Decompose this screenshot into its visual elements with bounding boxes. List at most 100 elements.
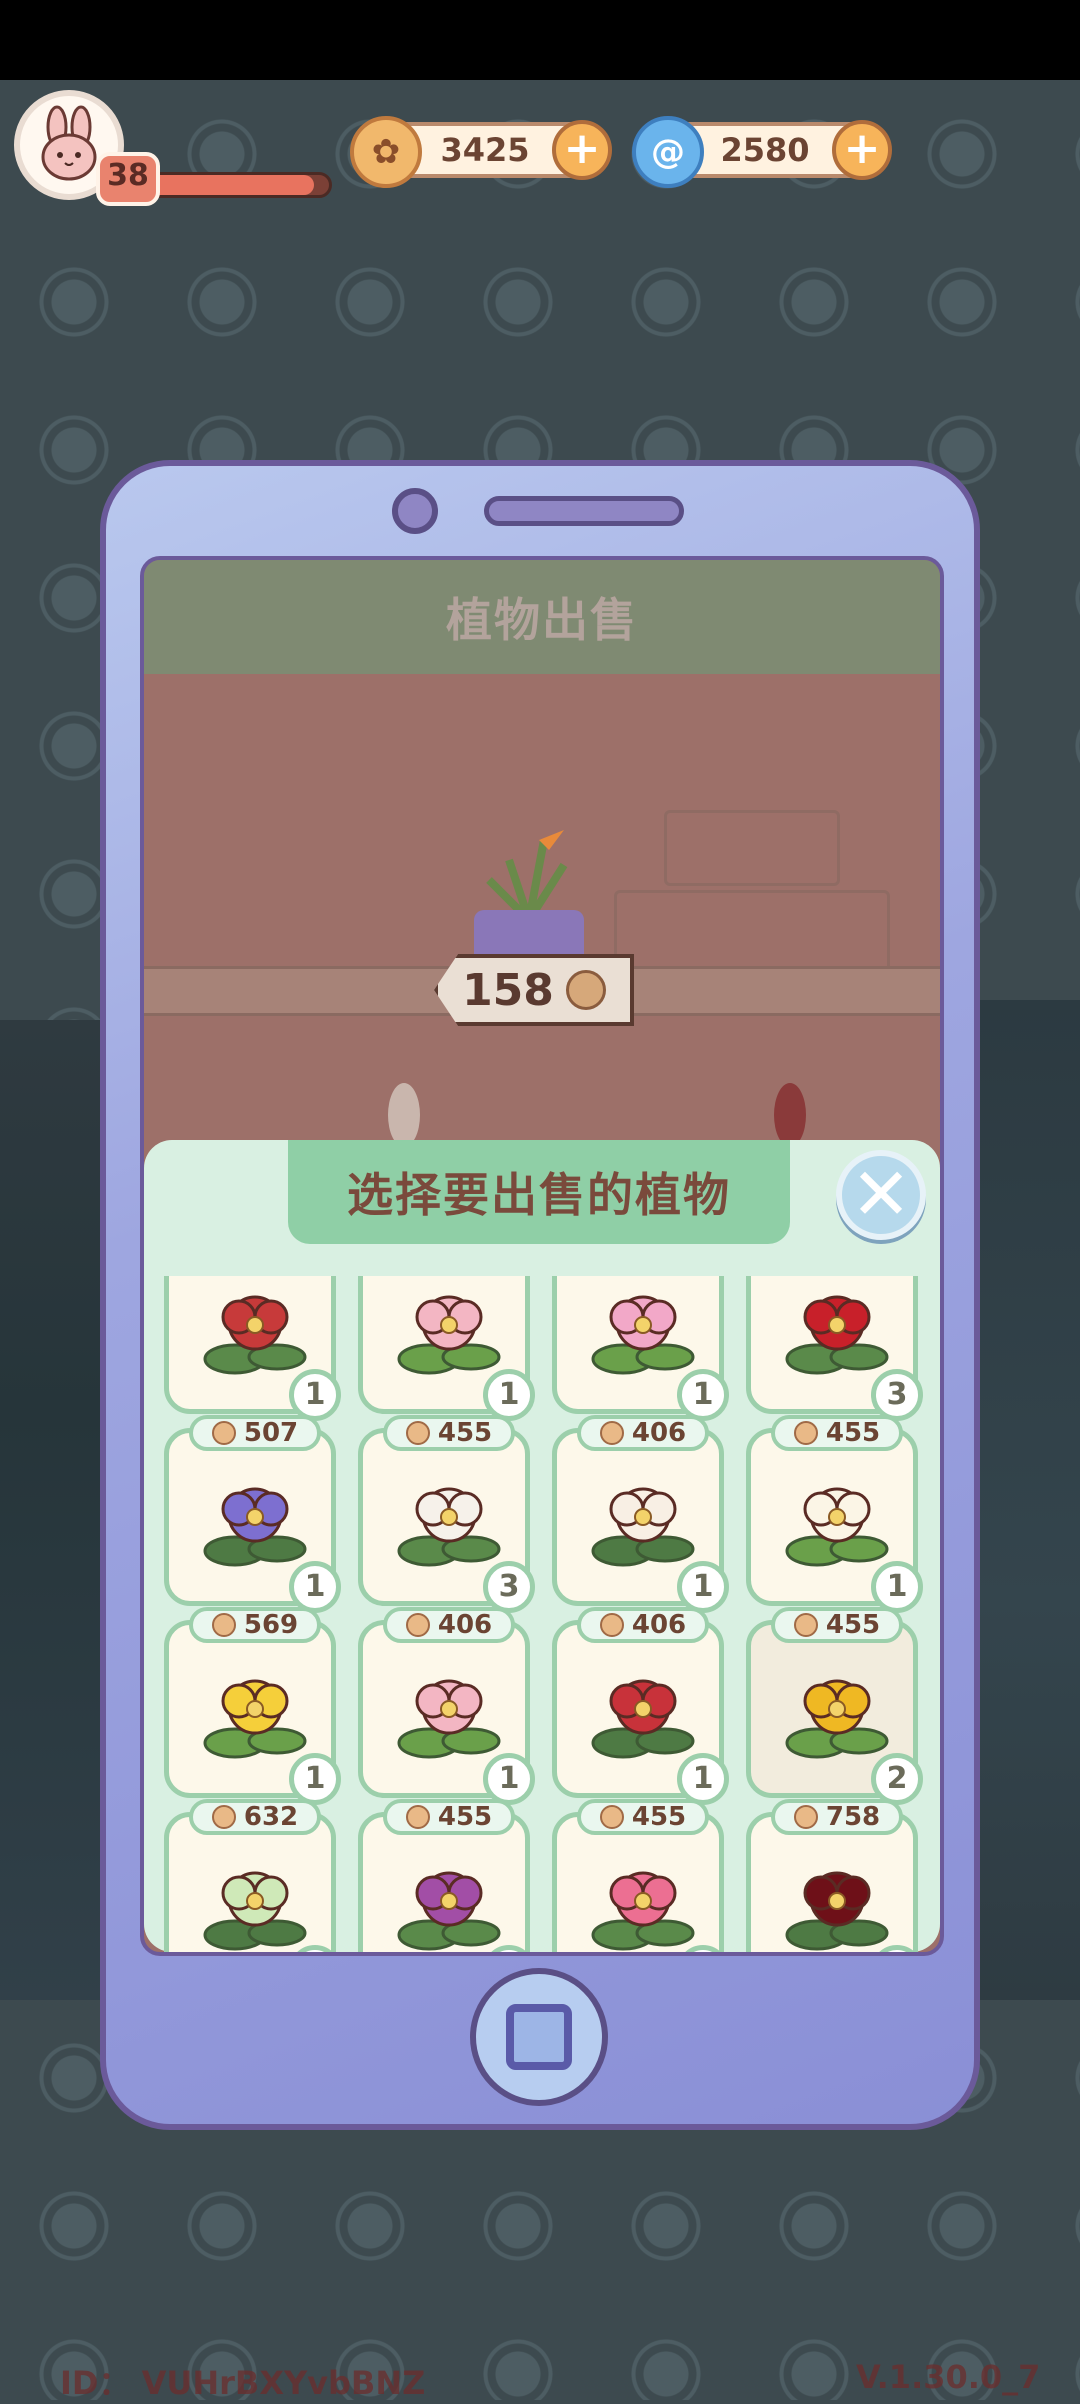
coin-icon: ✿ [350, 116, 422, 188]
bird-of-paradise-plant-icon [486, 830, 568, 920]
plant-price: 455 [577, 1799, 709, 1835]
green-rose-icon [203, 1871, 307, 1951]
plant-price-value: 455 [631, 1802, 687, 1832]
plant-quantity-badge: 2 [871, 1753, 923, 1805]
plant-card[interactable]: 406 1 [552, 1415, 729, 1613]
plant-card[interactable]: 4551 [358, 1799, 535, 1952]
plant-card[interactable]: 1 [552, 1276, 729, 1421]
coin-icon [211, 1421, 236, 1445]
plant-price-value: 455 [437, 1802, 493, 1832]
plant-quantity-badge: 1 [483, 1369, 535, 1421]
yellow-daffodil-icon [203, 1679, 307, 1759]
swirl-gem-icon: @ [632, 116, 704, 188]
plant-price-value: 406 [631, 1610, 687, 1640]
purple-water-lily-icon [203, 1487, 307, 1567]
home-button[interactable] [470, 1968, 608, 2106]
plant-price-value: 406 [437, 1610, 493, 1640]
plant-quantity-badge: 1 [483, 1753, 535, 1805]
plant-price-value: 455 [825, 1610, 881, 1640]
plant-price-value: 455 [437, 1418, 493, 1448]
plant-card[interactable]: 7581 [746, 1799, 923, 1952]
phone-camera [392, 488, 438, 534]
plant-quantity-badge: 1 [677, 1561, 729, 1613]
plant-price: 406 [577, 1607, 709, 1643]
plant-price: 455 [771, 1607, 903, 1643]
plant-price: 406 [383, 1607, 515, 1643]
plant-price: 455 [383, 1415, 515, 1451]
red-anthurium-icon [785, 1295, 889, 1375]
level-badge: 38 [96, 152, 160, 206]
featured-price-tag: 158 [434, 954, 634, 1026]
plant-price-value: 406 [631, 1418, 687, 1448]
close-button[interactable]: ✕ [836, 1150, 926, 1240]
plant-price: 455 [771, 1415, 903, 1451]
coin-icon [793, 1421, 818, 1445]
plant-price-value: 758 [825, 1802, 881, 1832]
gem-amount: 2580 [720, 131, 810, 169]
plant-card[interactable]: 406 1 [358, 1607, 535, 1805]
phone-speaker [484, 496, 684, 526]
coin-icon [793, 1805, 818, 1829]
plant-price: 632 [189, 1799, 321, 1835]
storage-box [614, 890, 890, 972]
coin-amount: 3425 [440, 131, 530, 169]
plant-price: 455 [383, 1799, 515, 1835]
plant-price: 758 [771, 1799, 903, 1835]
coin-icon [565, 970, 606, 1010]
screen-title: 植物出售 [144, 560, 940, 674]
add-coins-button[interactable]: + [552, 120, 612, 180]
xp-bar [140, 172, 332, 198]
white-daffodil-icon [785, 1487, 889, 1567]
coin-icon [405, 1421, 430, 1445]
plant-card[interactable]: 1 [358, 1276, 535, 1421]
coin-icon [599, 1805, 624, 1829]
plant-card[interactable]: 3 [746, 1276, 923, 1421]
plant-card[interactable]: 6321 [164, 1799, 341, 1952]
dark-red-anthurium-icon [785, 1871, 889, 1951]
white-anthurium-icon [397, 1487, 501, 1567]
plant-card[interactable]: 507 1 [164, 1415, 341, 1613]
sell-panel-title: 选择要出售的植物 [288, 1140, 790, 1244]
purple-anthurium-icon [397, 1871, 501, 1951]
plant-card[interactable]: 455 1 [746, 1415, 923, 1613]
plant-quantity-badge: 3 [871, 1369, 923, 1421]
xp-fill [143, 175, 315, 195]
coin-icon [405, 1805, 430, 1829]
pink-hydrangea-icon [591, 1295, 695, 1375]
plant-price-value: 632 [243, 1802, 299, 1832]
version-label: V.1.30.0_7 [856, 2358, 1041, 2396]
plant-quantity-badge: 1 [289, 1561, 341, 1613]
coin-icon [211, 1805, 236, 1829]
plant-price-value: 569 [243, 1610, 299, 1640]
plant-quantity-badge: 1 [871, 1561, 923, 1613]
storage-box [664, 810, 840, 886]
plant-card[interactable]: 455 3 [358, 1415, 535, 1613]
red-flower-icon [203, 1295, 307, 1375]
home-square-icon [506, 2004, 572, 2070]
plant-quantity-badge: 1 [289, 1369, 341, 1421]
pink-tulip-icon [397, 1679, 501, 1759]
featured-price: 158 [462, 964, 554, 1016]
coin-icon [211, 1613, 236, 1637]
coin-icon [599, 1421, 624, 1445]
plant-price: 507 [189, 1415, 321, 1451]
plant-card[interactable]: 455 2 [746, 1607, 923, 1805]
plant-card[interactable]: 1 [164, 1276, 341, 1421]
plant-card[interactable]: 4551 [552, 1799, 729, 1952]
plant-quantity-badge: 1 [289, 1753, 341, 1805]
plant-card[interactable]: 569 1 [164, 1607, 341, 1805]
player-id: ID： VUHrBXYvbBNZ [60, 2364, 426, 2402]
plant-price-value: 455 [825, 1418, 881, 1448]
pink-anthurium-icon [591, 1871, 695, 1951]
coin-icon [599, 1613, 624, 1637]
add-gems-button[interactable]: + [832, 120, 892, 180]
red-water-lily-icon [591, 1679, 695, 1759]
plant-quantity-badge: 3 [483, 1561, 535, 1613]
coin-icon [793, 1613, 818, 1637]
status-bar [0, 0, 1080, 80]
plant-grid[interactable]: 1113507145534061455156914061406145526321… [158, 1276, 926, 1952]
pink-tulip-icon [397, 1295, 501, 1375]
plant-card[interactable]: 406 1 [552, 1607, 729, 1805]
plant-price-value: 507 [243, 1418, 299, 1448]
plant-quantity-badge: 1 [677, 1753, 729, 1805]
